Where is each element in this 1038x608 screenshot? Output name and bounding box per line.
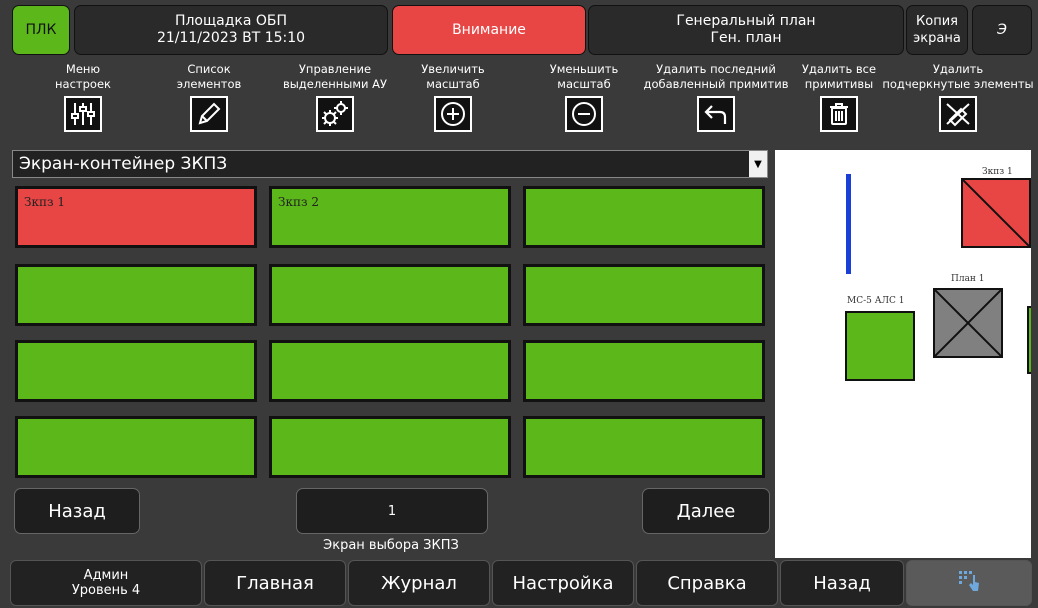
tool-zoom-out[interactable]: Уменьшить масштаб — [524, 62, 644, 132]
tool-element-list[interactable]: Список элементов — [149, 62, 269, 132]
plan-panel[interactable]: Генеральный план Ген. план — [588, 5, 904, 55]
user-level: Уровень 4 — [71, 583, 141, 598]
zkpz-cell-1[interactable]: Зкпз 1 — [15, 186, 257, 248]
alarm-button[interactable]: Внимание — [392, 5, 586, 55]
tool-label-4a: Увеличить — [421, 62, 485, 76]
plan-preview[interactable]: Зкпз 1 План 1 МС-5 АЛС 1 — [775, 150, 1031, 558]
plan-title: Генеральный план — [676, 13, 816, 29]
tool-label-3b: выделенными АУ — [282, 77, 388, 91]
nav-journal[interactable]: Журнал — [348, 560, 490, 606]
preview-mc-element[interactable] — [845, 311, 915, 381]
nav-main[interactable]: Главная — [204, 560, 346, 606]
copy-label-1: Копия — [916, 14, 958, 29]
tool-label-7b: примитивы — [804, 77, 874, 91]
zkpz-cell-12[interactable] — [523, 416, 765, 478]
selector-value: Экран-контейнер ЗКПЗ — [19, 154, 228, 174]
plc-button[interactable]: ПЛК — [12, 5, 70, 55]
tool-label-4b: масштаб — [426, 77, 480, 91]
container-selector[interactable]: Экран-контейнер ЗКПЗ ▼ — [12, 150, 768, 178]
zkpz-cell-11[interactable] — [269, 416, 511, 478]
preview-zkpz-label: Зкпз 1 — [982, 167, 1013, 177]
nav-back[interactable]: Назад — [780, 560, 904, 606]
tool-label-1b: настроек — [55, 77, 111, 91]
erase-icon[interactable] — [939, 96, 977, 132]
zkpz-cell-4[interactable] — [15, 264, 257, 326]
pencil-icon[interactable] — [190, 96, 228, 132]
pager-next-button[interactable]: Далее — [642, 488, 770, 534]
copy-label-2: экрана — [913, 31, 961, 46]
tool-label-8b: подчеркнутые элементы — [882, 77, 1034, 91]
preview-partial-element[interactable] — [1027, 306, 1031, 374]
blue-line[interactable] — [846, 174, 851, 274]
tool-label-7a: Удалить все — [801, 62, 877, 76]
tool-label-8a: Удалить — [932, 62, 984, 76]
status-text: Экран выбора ЗКПЗ — [323, 538, 459, 553]
preview-mc-label: МС-5 АЛС 1 — [847, 296, 905, 306]
zkpz-cell-8[interactable] — [269, 340, 511, 402]
plan-subtitle: Ген. план — [710, 30, 782, 46]
nav-help-label: Справка — [667, 572, 747, 594]
tool-undo-last[interactable]: Удалить последний добавленный примитив — [641, 62, 791, 132]
tool-settings-menu[interactable]: Меню настроек — [23, 62, 143, 132]
chevron-down-icon[interactable]: ▼ — [749, 151, 767, 177]
datetime: 21/11/2023 ВТ 15:10 — [156, 30, 306, 46]
cell-label: Зкпз 1 — [24, 195, 65, 209]
preview-zkpz-element[interactable] — [961, 178, 1031, 248]
tool-label-2a: Список — [187, 62, 231, 76]
site-info-panel[interactable]: Площадка ОБП 21/11/2023 ВТ 15:10 — [74, 5, 388, 55]
alarm-label: Внимание — [452, 21, 526, 38]
page-number[interactable]: 1 — [296, 488, 488, 534]
gears-icon[interactable] — [316, 96, 354, 132]
screen-copy-button[interactable]: Копия экрана — [906, 5, 968, 55]
page-number-value: 1 — [387, 503, 397, 519]
preview-plan-label: План 1 — [951, 274, 985, 284]
tool-label-1a: Меню — [65, 62, 101, 76]
tool-label-3a: Управление — [298, 62, 372, 76]
zoom-out-icon[interactable] — [565, 96, 603, 132]
pager-back-label: Назад — [48, 500, 106, 522]
plc-label: ПЛК — [25, 21, 57, 38]
extra-button[interactable]: Э — [972, 5, 1032, 55]
user-name: Админ — [83, 568, 129, 583]
site-title: Площадка ОБП — [174, 13, 288, 29]
pager-next-label: Далее — [676, 500, 736, 522]
nav-main-label: Главная — [236, 572, 314, 594]
user-panel[interactable]: Админ Уровень 4 — [10, 560, 202, 606]
zkpz-cell-9[interactable] — [523, 340, 765, 402]
tool-label-5b: масштаб — [557, 77, 611, 91]
zkpz-cell-2[interactable]: Зкпз 2 — [269, 186, 511, 248]
tool-delete-underlined[interactable]: Удалить подчеркнутые элементы — [880, 62, 1036, 132]
tool-zoom-in[interactable]: Увеличить масштаб — [393, 62, 513, 132]
tool-label-6b: добавленный примитив — [643, 77, 789, 91]
undo-icon[interactable] — [697, 96, 735, 132]
pager-back-button[interactable]: Назад — [14, 488, 140, 534]
zkpz-grid: Зкпз 1 Зкпз 2 — [12, 182, 768, 480]
tool-manage-selected[interactable]: Управление выделенными АУ — [275, 62, 395, 132]
tool-label-2b: элементов — [176, 77, 242, 91]
zkpz-cell-7[interactable] — [15, 340, 257, 402]
touch-icon — [955, 567, 983, 600]
zoom-in-icon[interactable] — [434, 96, 472, 132]
nav-settings[interactable]: Настройка — [492, 560, 634, 606]
nav-back-label: Назад — [813, 572, 871, 594]
extra-label: Э — [997, 21, 1007, 38]
zkpz-cell-6[interactable] — [523, 264, 765, 326]
zkpz-cell-5[interactable] — [269, 264, 511, 326]
tool-label-5a: Уменьшить — [549, 62, 619, 76]
cell-label: Зкпз 2 — [278, 195, 319, 209]
nav-settings-label: Настройка — [512, 572, 614, 594]
sliders-icon[interactable] — [64, 96, 102, 132]
zkpz-cell-10[interactable] — [15, 416, 257, 478]
trash-icon[interactable] — [820, 96, 858, 132]
nav-help[interactable]: Справка — [636, 560, 778, 606]
touch-button[interactable] — [906, 560, 1032, 606]
preview-plan-element[interactable] — [933, 288, 1003, 358]
zkpz-cell-3[interactable] — [523, 186, 765, 248]
tool-label-6a: Удалить последний — [656, 62, 776, 76]
nav-journal-label: Журнал — [381, 572, 457, 594]
